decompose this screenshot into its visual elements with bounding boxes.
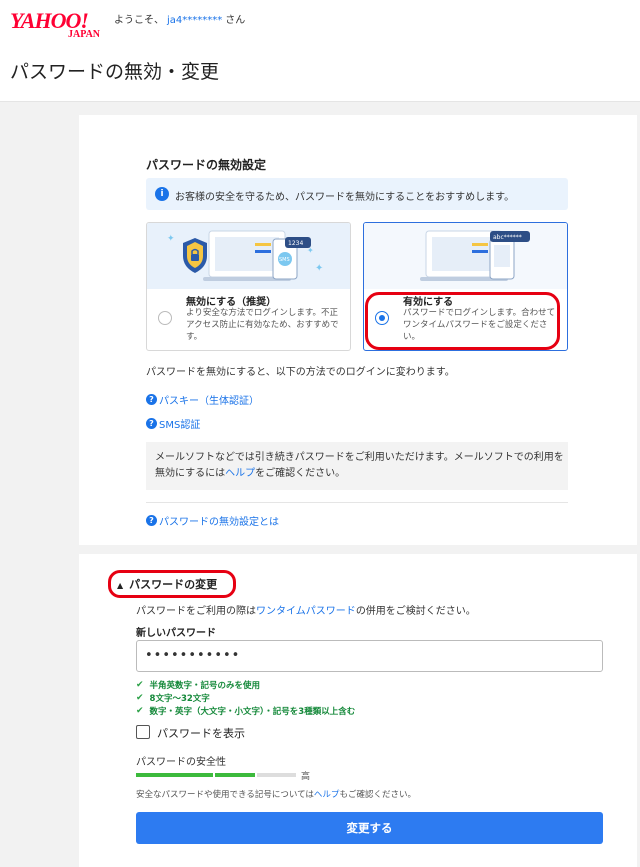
- option-disable[interactable]: SMS 1234 ✦ ✦ ✦ 無効にする（推奨） より安全な方法でログインします…: [146, 222, 351, 351]
- question-icon: ?: [146, 394, 157, 405]
- question-icon: ?: [146, 515, 157, 526]
- welcome-prefix: ようこそ、: [114, 15, 164, 26]
- about-disable-link[interactable]: ? パスワードの無効設定とは: [146, 513, 279, 528]
- strength-segment-2: [215, 773, 255, 777]
- option-enable-illustration: abc******: [364, 223, 567, 289]
- about-disable-link-label: パスワードの無効設定とは: [159, 517, 279, 528]
- strength-meter: [136, 773, 296, 777]
- option-disable-illustration: SMS 1234 ✦ ✦ ✦: [147, 223, 350, 289]
- username-link[interactable]: ja4********: [167, 15, 222, 26]
- yahoo-japan-logo[interactable]: YAHOO! JAPAN: [10, 10, 104, 42]
- welcome-suffix: さん: [225, 15, 246, 26]
- requirement-text: 数字・英字（大文字・小文字）・記号を3種類以上含む: [149, 707, 356, 717]
- strength-segment-1: [136, 773, 213, 777]
- svg-text:✦: ✦: [167, 234, 175, 244]
- strength-segment-3: [257, 773, 296, 777]
- welcome-message: ようこそ、 ja4******** さん: [114, 11, 245, 26]
- site-header: YAHOO! JAPAN ようこそ、 ja4******** さん パスワードの無効…: [0, 0, 640, 102]
- illus-chip-text: SMS: [279, 257, 290, 263]
- divider: [146, 502, 568, 503]
- note-text: メールソフトなどでは引き続きパスワードをご利用いただけます。メールソフトでの利用…: [155, 450, 565, 482]
- requirement-item: ✔ 数字・英字（大文字・小文字）・記号を3種類以上含む: [136, 705, 355, 717]
- requirement-text: 8文字〜32文字: [149, 694, 210, 704]
- strength-value: 高: [301, 772, 311, 782]
- passkey-link[interactable]: ? パスキー（生体認証）: [146, 392, 259, 407]
- new-password-input[interactable]: •••••••••••: [136, 640, 603, 672]
- svg-text:✦: ✦: [307, 246, 314, 255]
- mail-software-note: メールソフトなどでは引き続きパスワードをご利用いただけます。メールソフトでの利用…: [146, 442, 568, 490]
- password-device-illustration: abc******: [420, 230, 530, 281]
- requirement-item: ✔ 8文字〜32文字: [136, 692, 210, 704]
- requirement-item: ✔ 半角英数字・記号のみを使用: [136, 679, 260, 691]
- option-disable-desc: より安全な方法でログインします。不正アクセス防止に有効なため、おすすめです。: [186, 308, 339, 342]
- note-text-before: メールソフトなどでは引き続きパスワードをご利用いただけます。メールソフトでの利用…: [155, 452, 564, 479]
- show-password-label[interactable]: パスワードを表示: [157, 725, 245, 741]
- info-text: お客様の安全を守るため、パスワードを無効にすることをおすすめします。: [175, 192, 515, 203]
- onetime-password-link[interactable]: ワンタイムパスワード: [256, 606, 356, 617]
- info-icon: i: [155, 187, 169, 201]
- login-method-text: パスワードを無効にすると、以下の方法でのログインに変わります。: [146, 367, 455, 378]
- check-icon: ✔: [136, 706, 144, 716]
- question-icon: ?: [146, 418, 157, 429]
- illus-badge-text-2: abc******: [493, 234, 522, 241]
- check-icon: ✔: [136, 693, 144, 703]
- option-disable-title: 無効にする（推奨）: [186, 297, 277, 308]
- check-icon: ✔: [136, 680, 144, 690]
- logo-sub-text: JAPAN: [68, 29, 101, 40]
- hint-before: パスワードをご利用の際は: [136, 606, 256, 617]
- option-disable-radio[interactable]: [158, 311, 172, 325]
- disable-section-title: パスワードの無効設定: [146, 158, 267, 172]
- onetime-hint: パスワードをご利用の際はワンタイムパスワードの併用をご検討ください。: [136, 602, 476, 617]
- requirement-text: 半角英数字・記号のみを使用: [149, 681, 261, 691]
- new-password-label: 新しいパスワード: [136, 628, 216, 639]
- note-help-link[interactable]: ヘルプ: [225, 468, 255, 479]
- change-section-title: パスワードの変更: [129, 578, 218, 591]
- illus-badge-text: 1234: [288, 240, 303, 247]
- hint-after: の併用をご検討ください。: [355, 606, 476, 617]
- sms-auth-link-label: SMS認証: [159, 420, 201, 431]
- disable-password-card: パスワードの無効設定 i お客様の安全を守るため、パスワードを無効にすることをお…: [79, 115, 637, 545]
- shield-device-illustration: SMS 1234 ✦ ✦ ✦: [167, 230, 323, 281]
- svg-text:✦: ✦: [315, 263, 323, 274]
- annotation-circle-enable: [365, 292, 560, 350]
- caret-up-icon: ▲: [117, 580, 124, 590]
- page-title: パスワードの無効・変更: [10, 61, 220, 83]
- safe-password-help: 安全なパスワードや使用できる記号についてはヘルプもご確認ください。: [136, 788, 416, 800]
- sms-auth-link[interactable]: ? SMS認証: [146, 416, 200, 431]
- safe-help-link[interactable]: ヘルプ: [314, 790, 340, 800]
- change-section-toggle[interactable]: ▲ パスワードの変更: [117, 576, 217, 592]
- note-text-after: をご確認ください。: [255, 468, 346, 479]
- passkey-link-label: パスキー（生体認証）: [159, 396, 259, 407]
- info-banner: i お客様の安全を守るため、パスワードを無効にすることをおすすめします。: [146, 178, 568, 210]
- show-password-checkbox[interactable]: [136, 725, 150, 739]
- change-password-button[interactable]: 変更する: [136, 812, 603, 844]
- safe-text-after: もご確認ください。: [339, 790, 416, 800]
- safe-text-before: 安全なパスワードや使用できる記号については: [136, 790, 314, 800]
- strength-label: パスワードの安全性: [136, 757, 226, 768]
- change-password-card: ▲ パスワードの変更 パスワードをご利用の際はワンタイムパスワードの併用をご検討く…: [79, 554, 637, 867]
